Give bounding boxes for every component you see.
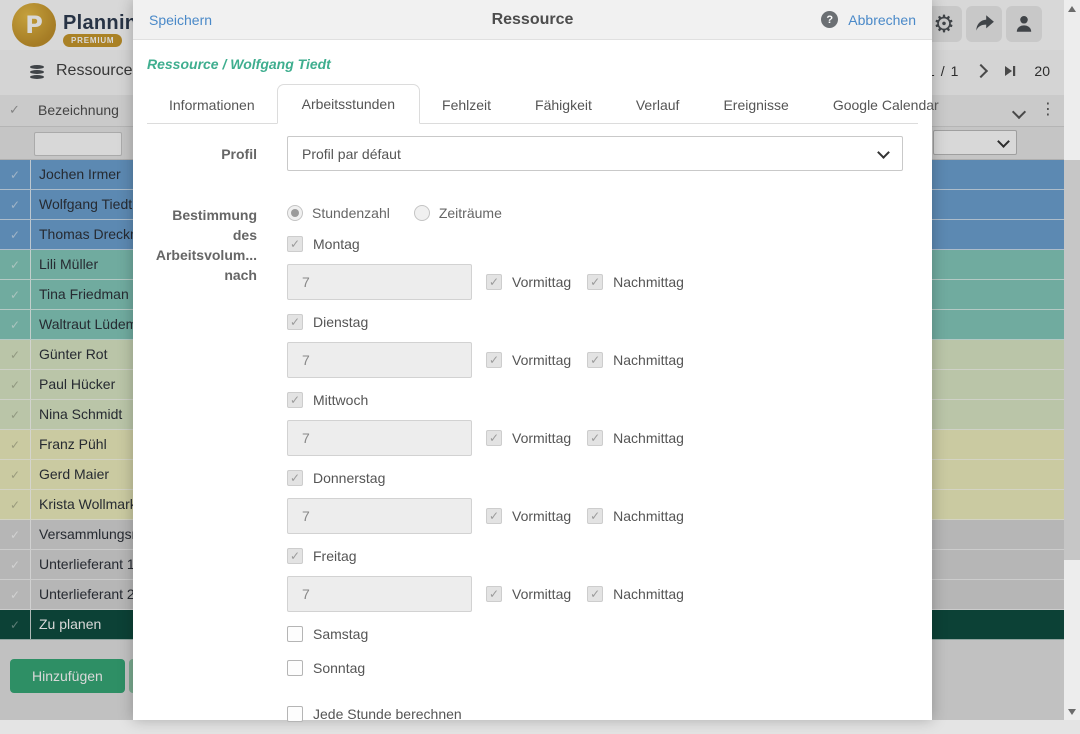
hours-input: 7	[287, 576, 472, 612]
cancel-button[interactable]: Abbrechen	[848, 12, 916, 28]
vormittag-label: Vormittag	[512, 430, 571, 446]
nachmittag-checkbox	[587, 352, 603, 368]
tab[interactable]: Ereignisse	[701, 87, 810, 123]
day-label: Sonntag	[313, 660, 365, 676]
nachmittag-checkbox	[587, 508, 603, 524]
weekday-block: Donnerstag 7 Vormittag Nachmi	[287, 470, 918, 534]
weekday-block: Dienstag 7 Vormittag Nachmitt	[287, 314, 918, 378]
nachmittag-checkbox	[587, 274, 603, 290]
vormittag-label: Vormittag	[512, 352, 571, 368]
bestimmung-fields: Stundenzahl Zeiträume	[287, 205, 918, 734]
radio-label: Stundenzahl	[312, 205, 390, 221]
tab[interactable]: Arbeitsstunden	[277, 84, 420, 124]
radio-label: Zeiträume	[439, 205, 502, 221]
resource-dialog: Speichern Ressource ? Abbrechen Ressourc…	[133, 0, 932, 720]
arbeitsstunden-form: Profil Profil par défaut Bestimmung des …	[133, 124, 932, 734]
nachmittag-checkbox	[587, 430, 603, 446]
vormittag-checkbox	[486, 586, 502, 602]
mode-radio-group: Stundenzahl Zeiträume	[287, 205, 918, 221]
dialog-title: Ressource	[133, 11, 932, 29]
help-icon[interactable]: ?	[821, 11, 838, 28]
tab[interactable]: Google Calendar	[811, 87, 961, 123]
nachmittag-label: Nachmittag	[613, 274, 684, 290]
nachmittag-label: Nachmittag	[613, 352, 684, 368]
radio-button	[287, 205, 303, 221]
dialog-header: Speichern Ressource ? Abbrechen	[133, 0, 932, 40]
vormittag-checkbox	[486, 430, 502, 446]
hours-input: 7	[287, 420, 472, 456]
weekday-block: Montag 7 Vormittag Nachmittag	[287, 236, 918, 300]
chevron-down-icon	[877, 146, 890, 159]
radio-button	[414, 205, 430, 221]
weekday-block: Freitag 7 Vormittag Nachmitta	[287, 548, 918, 612]
nachmittag-label: Nachmittag	[613, 430, 684, 446]
day-checkbox[interactable]	[287, 236, 303, 252]
day-checkbox[interactable]	[287, 660, 303, 676]
tab[interactable]: Verlauf	[614, 87, 702, 123]
vormittag-checkbox	[486, 508, 502, 524]
day-label: Dienstag	[313, 314, 368, 330]
hours-input: 7	[287, 264, 472, 300]
profil-selected-value: Profil par défaut	[302, 146, 401, 162]
vertical-scrollbar[interactable]	[1064, 0, 1080, 720]
tab[interactable]: Fehlzeit	[420, 87, 513, 123]
vormittag-checkbox	[486, 274, 502, 290]
day-label: Mittwoch	[313, 392, 368, 408]
bestimmung-label: Bestimmung des Arbeitsvolum... nach	[147, 205, 257, 734]
vormittag-label: Vormittag	[512, 508, 571, 524]
day-label: Samstag	[313, 626, 368, 642]
weekday-block: Mittwoch 7 Vormittag Nachmitt	[287, 392, 918, 456]
day-checkbox[interactable]	[287, 392, 303, 408]
day-checkbox[interactable]	[287, 548, 303, 564]
radio-option: Stundenzahl	[287, 205, 390, 221]
day-label: Donnerstag	[313, 470, 385, 486]
day-label: Freitag	[313, 548, 357, 564]
nachmittag-checkbox	[587, 586, 603, 602]
weekday-block: Samstag Vormittag Nachmittag	[287, 626, 918, 642]
weekday-block: Sonntag Vormittag Nachmittag	[287, 660, 918, 676]
nachmittag-label: Nachmittag	[613, 508, 684, 524]
scroll-up-icon[interactable]	[1064, 0, 1080, 17]
hours-input: 7	[287, 342, 472, 378]
tab[interactable]: Fähigkeit	[513, 87, 614, 123]
dialog-tabs: Informationen Arbeitsstunden Fehlzeit Fä…	[147, 84, 918, 124]
profil-label: Profil	[147, 144, 257, 164]
profil-select[interactable]: Profil par défaut	[287, 136, 903, 171]
vormittag-label: Vormittag	[512, 274, 571, 290]
nachmittag-label: Nachmittag	[613, 586, 684, 602]
weekday-list: Montag 7 Vormittag Nachmittag	[287, 236, 918, 676]
scroll-down-icon[interactable]	[1064, 703, 1080, 720]
radio-option: Zeiträume	[414, 205, 502, 221]
day-checkbox[interactable]	[287, 314, 303, 330]
day-checkbox[interactable]	[287, 626, 303, 642]
day-label: Montag	[313, 236, 360, 252]
vormittag-checkbox	[486, 352, 502, 368]
vormittag-label: Vormittag	[512, 586, 571, 602]
tab[interactable]: Informationen	[147, 87, 277, 123]
scrollbar-thumb[interactable]	[1064, 160, 1080, 560]
hours-input: 7	[287, 498, 472, 534]
breadcrumb: Ressource / Wolfgang Tiedt	[133, 40, 932, 84]
day-checkbox[interactable]	[287, 470, 303, 486]
